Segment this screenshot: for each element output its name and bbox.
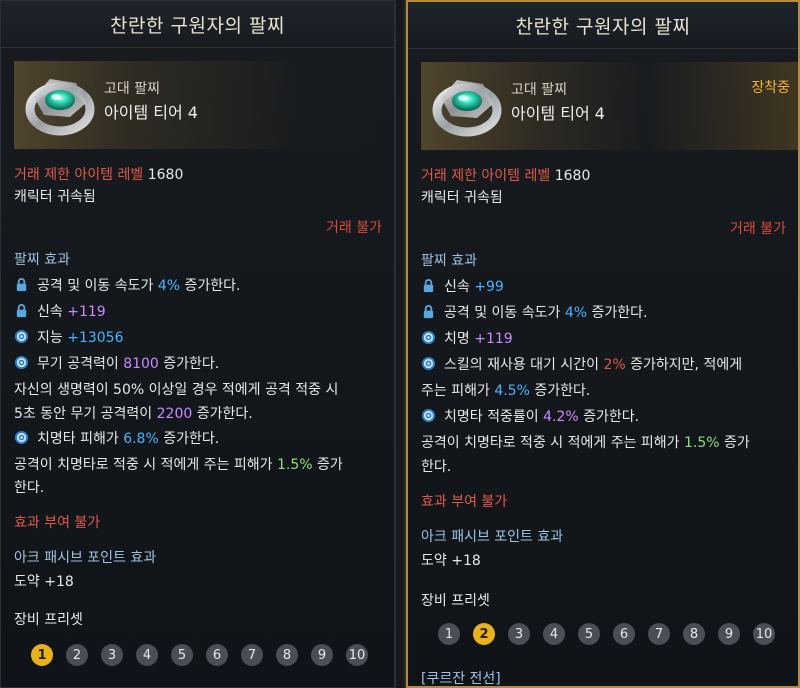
trade-status: 거래 불가 [326,220,382,236]
item-title: 찬란한 구원자의 팔찌 [408,2,798,49]
preset-button[interactable]: 1 [31,644,53,666]
bracelet-icon [25,79,95,136]
no-effect-text: 효과 부여 불가 [14,515,101,531]
preset-button[interactable]: 2 [473,623,495,645]
cooldown-text-cont: 주는 피해가 4.5% 증가한다. [421,383,591,399]
location-link[interactable]: [쿠르잔 전선] [421,669,501,686]
preset-button[interactable]: 10 [753,623,775,645]
effect-row: 스킬의 재사용 대기 시간이 2% 증가하지만, 적에게 [421,355,742,375]
bound-text: 캐릭터 귀속됨 [14,189,96,205]
trade-level-row: 거래 제한 아이템 레벨 1680 [14,165,183,185]
preset-button[interactable]: 3 [101,644,123,666]
item-title: 찬란한 구원자의 팔찌 [1,1,394,48]
ark-passive-title: 아크 패시브 포인트 효과 [421,529,564,545]
effect-row: 신속 +119 [14,302,106,322]
preset-button[interactable]: 5 [578,623,600,645]
bracelet-icon [432,80,502,137]
preset-button[interactable]: 4 [136,644,158,666]
no-effect-text: 효과 부여 불가 [421,494,508,510]
crit-damage-text: 공격이 치명타로 적중 시 적에게 주는 피해가 1.5% 증가 [421,435,750,451]
ark-passive-value: 도약 +18 [14,574,74,590]
preset-button[interactable]: 1 [438,623,460,645]
swirl-icon [421,330,436,345]
preset-button[interactable]: 9 [311,644,333,666]
effects-title: 팔찌 효과 [421,253,477,269]
tooltip-panel-left: 찬란한 구원자의 팔찌 고대 팔찌 아이템 티어 4 거래 제한 아이템 레벨 … [0,0,395,688]
swirl-icon [14,430,29,445]
trade-level-row: 거래 제한 아이템 레벨 1680 [421,166,590,186]
preset-title: 장비 프리셋 [421,593,490,609]
item-type: 고대 팔찌 [511,82,567,98]
swirl-icon [14,355,29,370]
preset-button[interactable]: 3 [508,623,530,645]
preset-list: 1 2 3 4 5 6 7 8 9 10 [438,623,775,645]
item-tier: 아이템 티어 4 [511,104,605,123]
preset-button[interactable]: 8 [683,623,705,645]
effect-row: 치명 +119 [421,329,513,349]
preset-button[interactable]: 7 [648,623,670,645]
item-header: 고대 팔찌 아이템 티어 4 장착중 [421,62,798,150]
item-tier: 아이템 티어 4 [104,103,198,122]
lock-icon [16,278,27,292]
trade-level-value: 1680 [554,168,591,184]
swirl-icon [421,356,436,371]
trade-level-label: 거래 제한 아이템 레벨 [14,167,144,183]
preset-list: 1 2 3 4 5 6 7 8 9 10 [31,644,368,666]
trade-status: 거래 불가 [730,221,786,237]
crit-damage-text: 공격이 치명타로 적중 시 적에게 주는 피해가 1.5% 증가 [14,457,343,473]
condition-text: 자신의 생명력이 50% 이상일 경우 적에게 공격 적중 시 [14,382,339,398]
preset-button[interactable]: 9 [718,623,740,645]
preset-button[interactable]: 2 [66,644,88,666]
preset-title: 장비 프리셋 [14,612,83,628]
item-header: 고대 팔찌 아이템 티어 4 [14,61,394,149]
preset-button[interactable]: 7 [241,644,263,666]
ark-passive-value: 도약 +18 [421,553,481,569]
preset-button[interactable]: 10 [346,644,368,666]
preset-button[interactable]: 6 [613,623,635,645]
effect-row: 신속 +99 [421,277,504,297]
equipped-badge: 장착중 [751,80,790,96]
tooltip-panel-right: 찬란한 구원자의 팔찌 고대 팔찌 아이템 티어 4 장착중 거래 제한 아이템… [406,0,800,688]
lock-icon [16,304,27,318]
effect-row: 공격 및 이동 속도가 4% 증가한다. [421,303,647,323]
effect-row: 지능 +13056 [14,328,124,348]
lock-icon [423,279,434,293]
ark-passive-title: 아크 패시브 포인트 효과 [14,550,157,566]
lock-icon [423,305,434,319]
preset-button[interactable]: 8 [276,644,298,666]
bound-text: 캐릭터 귀속됨 [421,190,503,206]
trade-level-label: 거래 제한 아이템 레벨 [421,168,551,184]
condition-text-2: 5초 동안 무기 공격력이 2200 증가한다. [14,406,253,422]
crit-damage-text-cont: 한다. [421,459,452,475]
crit-damage-text-cont: 한다. [14,480,45,496]
effects-title: 팔찌 효과 [14,252,70,268]
preset-button[interactable]: 6 [206,644,228,666]
preset-button[interactable]: 5 [171,644,193,666]
preset-button[interactable]: 4 [543,623,565,645]
effect-row: 무기 공격력이 8100 증가한다. [14,354,219,374]
effect-row: 공격 및 이동 속도가 4% 증가한다. [14,276,240,296]
effect-row: 치명타 적중률이 4.2% 증가한다. [421,407,639,427]
swirl-icon [14,329,29,344]
effect-row: 치명타 피해가 6.8% 증가한다. [14,429,219,449]
item-type: 고대 팔찌 [104,81,160,97]
swirl-icon [421,408,436,423]
trade-level-value: 1680 [147,167,184,183]
